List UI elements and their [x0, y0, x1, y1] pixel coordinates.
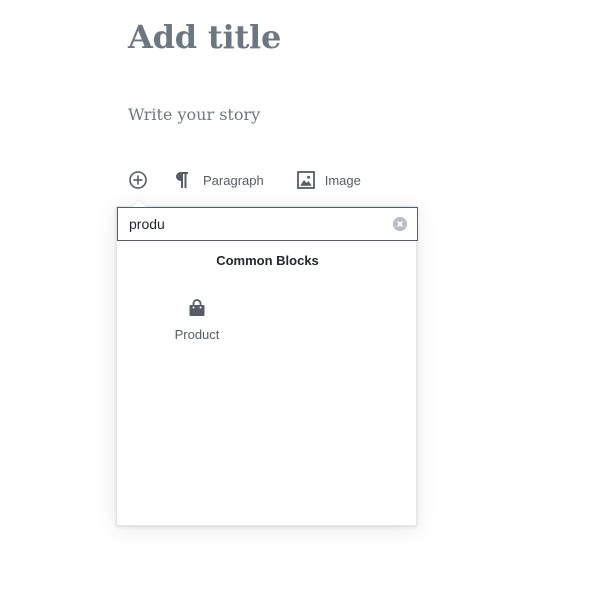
block-editor: Add title Write your story Paragraph Ima…	[0, 0, 614, 591]
product-block-item[interactable]: Product	[157, 291, 237, 345]
block-toolbar: Paragraph Image	[126, 168, 361, 192]
block-group-title: Common Blocks	[216, 253, 319, 268]
image-block-label: Image	[324, 172, 361, 188]
inserter-toggle-button[interactable]	[126, 168, 150, 192]
clear-search-button[interactable]	[392, 216, 408, 232]
paragraph-block-button[interactable]: Paragraph	[172, 170, 264, 190]
shopping-bag-icon	[187, 298, 207, 318]
block-search	[117, 207, 418, 241]
product-block-label: Product	[174, 327, 220, 342]
block-inserter-popover: Common Blocks Product	[116, 199, 418, 526]
post-title-field[interactable]: Add title	[128, 18, 281, 56]
image-block-button[interactable]: Image	[296, 170, 361, 190]
popover-arrow	[131, 199, 147, 207]
paragraph-icon	[172, 170, 192, 190]
image-icon	[296, 170, 316, 190]
paragraph-block-label: Paragraph	[203, 172, 264, 188]
block-search-input[interactable]	[129, 208, 379, 240]
content-placeholder[interactable]: Write your story	[128, 105, 260, 124]
clear-icon	[393, 217, 407, 231]
plus-circle-icon	[129, 171, 147, 189]
